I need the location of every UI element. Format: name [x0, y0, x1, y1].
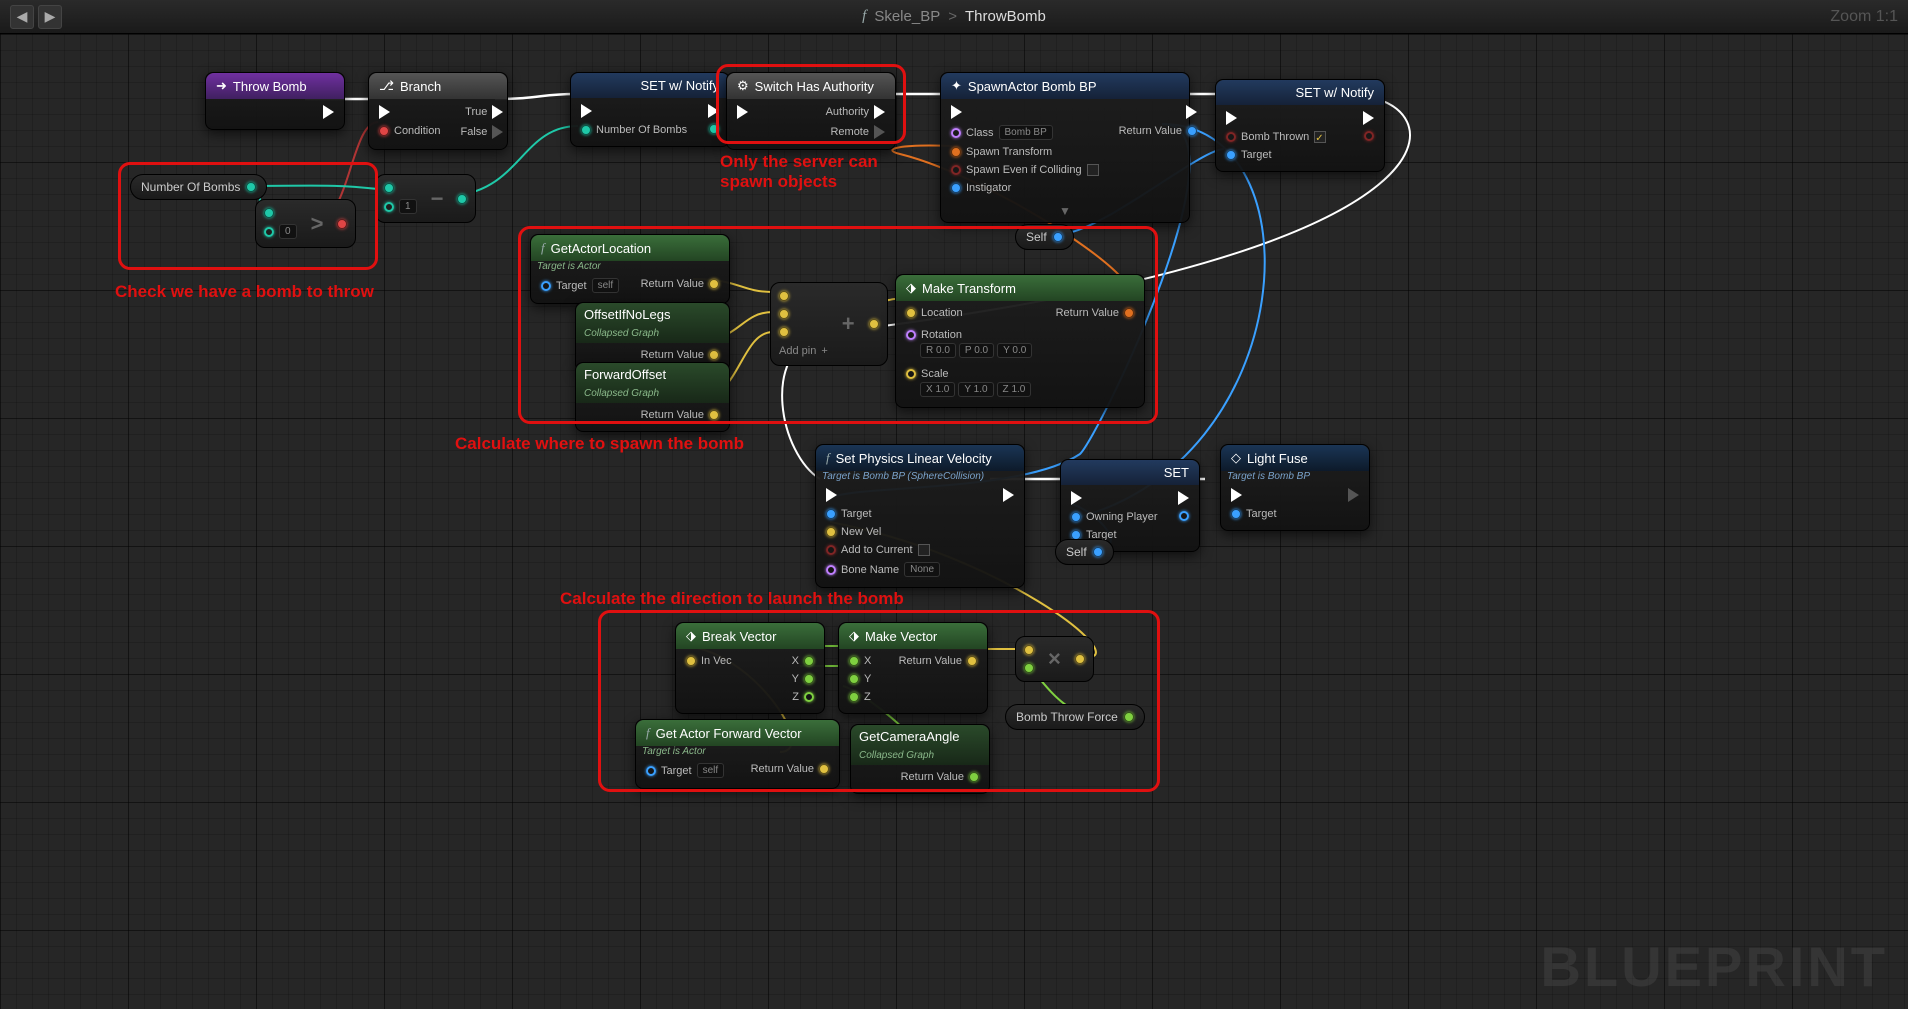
nav-back-button[interactable]: ◀	[10, 5, 34, 29]
node-branch[interactable]: ⎇ Branch Condition True False	[368, 72, 508, 150]
pin-value[interactable]: Bomb BP	[999, 125, 1053, 140]
event-icon: ➜	[216, 78, 227, 94]
node-title: Throw Bomb	[233, 79, 307, 94]
annotation-label: Check we have a bomb to throw	[115, 282, 374, 302]
pin-label: Spawn Transform	[966, 146, 1052, 158]
node-spawn-actor[interactable]: ✦ SpawnActor Bomb BP Class Bomb BP Spawn T…	[940, 72, 1190, 223]
spawn-icon: ✦	[951, 78, 962, 94]
minus-icon: −	[425, 186, 450, 212]
node-title: SET w/ Notify	[1295, 85, 1374, 100]
annotation-label: Only the server canspawn objects	[720, 152, 878, 192]
breadcrumb-function[interactable]: ThrowBomb	[965, 8, 1046, 25]
node-title: Set Physics Linear Velocity	[836, 451, 992, 466]
pin-label: Bone Name	[841, 564, 899, 576]
zoom-label: Zoom 1:1	[1830, 8, 1898, 26]
annotation-label: Calculate the direction to launch the bo…	[560, 589, 904, 609]
breadcrumb-separator: >	[948, 8, 957, 25]
expand-icon[interactable]: ▼	[941, 204, 1189, 222]
annotation-box-calc-spawn	[518, 226, 1158, 424]
pin-label: Owning Player	[1086, 511, 1158, 523]
pin-label: Class	[966, 127, 994, 139]
node-subtitle: Target is Bomb BP (SphereCollision)	[816, 471, 1024, 482]
pin-label: Bomb Thrown	[1241, 131, 1309, 143]
graph-canvas[interactable]: ➜ Throw Bomb ⎇ Branch Condition True False…	[0, 34, 1908, 1009]
annotation-box-calc-direction	[598, 610, 1160, 792]
var-self-2[interactable]: Self	[1055, 539, 1114, 565]
node-title: SpawnActor Bomb BP	[968, 79, 1097, 94]
pin-label: Condition	[394, 125, 440, 137]
annotation-box-server	[716, 64, 906, 144]
annotation-label: Calculate where to spawn the bomb	[455, 434, 744, 454]
node-set-physics-velocity[interactable]: f Set Physics Linear Velocity Target is B…	[815, 444, 1025, 588]
node-subtract[interactable]: 1 −	[375, 174, 476, 223]
pin-value[interactable]: None	[904, 562, 940, 577]
pin-label: False	[460, 126, 487, 138]
watermark: BLUEPRINT	[1541, 934, 1888, 999]
node-title: Branch	[400, 79, 441, 94]
pin-label: Target	[1241, 149, 1272, 161]
breadcrumb-blueprint[interactable]: Skele_BP	[874, 8, 940, 25]
node-event-throw-bomb[interactable]: ➜ Throw Bomb	[205, 72, 345, 130]
branch-icon: ⎇	[379, 78, 394, 94]
node-set-notify-thrown[interactable]: SET w/ Notify Bomb Thrown Target	[1215, 79, 1385, 172]
nav-forward-button[interactable]: ▶	[38, 5, 62, 29]
node-subtitle: Target is Bomb BP	[1221, 471, 1369, 482]
event-icon: ◇	[1231, 450, 1241, 466]
node-light-fuse[interactable]: ◇ Light Fuse Target is Bomb BP Target	[1220, 444, 1370, 531]
node-title: Light Fuse	[1247, 451, 1308, 466]
pin-label: True	[465, 106, 487, 118]
pin-label: Target	[841, 508, 872, 520]
node-title: SET	[1164, 465, 1189, 480]
function-icon: f	[862, 8, 866, 25]
pin-label: Add to Current	[841, 544, 913, 556]
breadcrumb: f Skele_BP > ThrowBomb	[862, 8, 1046, 25]
node-title: SET w/ Notify	[640, 78, 719, 93]
pin-label: Return Value	[1119, 125, 1182, 137]
pin-label: Target	[1246, 508, 1277, 520]
pin-value[interactable]: 1	[399, 199, 417, 214]
pin-label: Instigator	[966, 182, 1011, 194]
annotation-box-check-bomb	[118, 162, 378, 270]
topbar: ◀ ▶ f Skele_BP > ThrowBomb Zoom 1:1	[0, 0, 1908, 34]
pin-label: Number Of Bombs	[596, 124, 687, 136]
pin-label: Spawn Even if Colliding	[966, 164, 1082, 176]
function-icon: f	[826, 450, 830, 466]
pin-label: New Vel	[841, 526, 881, 538]
node-set-notify-bombs[interactable]: SET w/ Notify Number Of Bombs	[570, 72, 730, 147]
var-label: Self	[1066, 545, 1087, 559]
